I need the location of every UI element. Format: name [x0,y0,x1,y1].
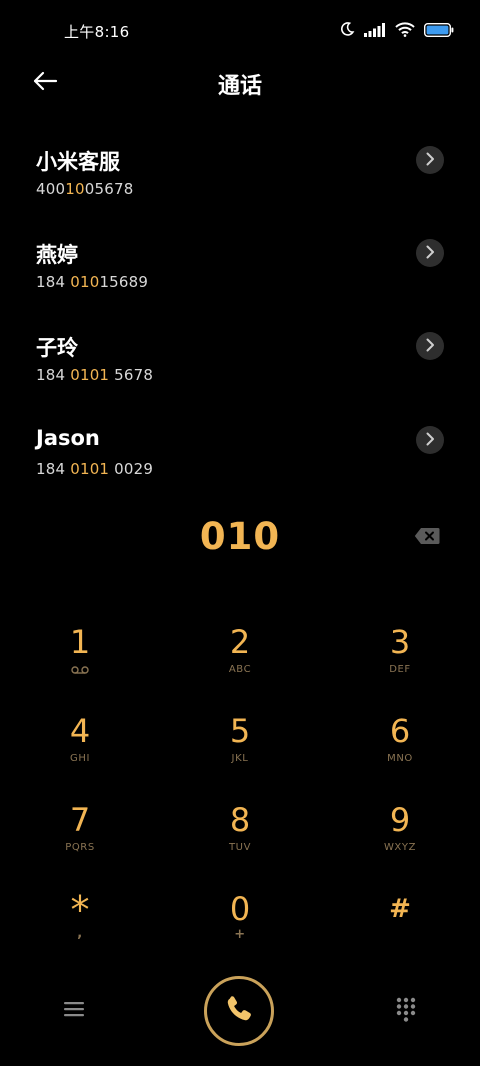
dialpad-button[interactable] [390,996,422,1028]
menu-icon [64,1001,84,1021]
number-part: 05678 [84,180,134,198]
contact-number: 4001005678 [36,180,133,198]
voicemail-icon [20,666,140,674]
status-time: 上午8:16 [64,23,130,41]
chevron-right-icon [424,337,436,356]
key-letters: , [77,926,83,941]
chevron-right-icon [424,431,436,450]
key-digit: 3 [389,623,411,661]
dialed-number: 010 [199,515,281,558]
key-letters: JKL [231,753,249,764]
chevron-right-icon [424,151,436,170]
status-icons [339,20,454,42]
key-7[interactable]: 7 PQRS [20,800,140,880]
key-0[interactable]: 0 + [180,889,300,969]
number-match: 0101 [70,460,110,478]
key-digit: 1 [69,623,91,661]
contact-name: 燕婷 [36,243,78,267]
status-bar: 上午8:16 [0,0,480,62]
number-part: 0029 [109,460,154,478]
key-hash[interactable]: # [340,889,460,969]
key-letters: WXYZ [383,842,417,853]
chevron-right-icon [424,244,436,263]
contact-detail-button[interactable] [416,332,444,360]
number-match: 0101 [70,366,110,384]
contact-detail-button[interactable] [416,146,444,174]
moon-icon [339,21,355,41]
number-part: 184 [36,460,71,478]
contact-name: 子玲 [36,336,78,360]
contact-item[interactable]: 燕婷 184 01015689 [0,239,480,311]
backspace-button[interactable] [412,526,442,550]
key-letters: DEF [389,664,411,675]
contact-item[interactable]: 小米客服 4001005678 [0,146,480,218]
key-star[interactable]: * , [20,888,140,972]
key-digit: # [389,894,411,924]
contact-number: 184 0101 5678 [36,366,153,384]
key-digit: 5 [229,712,251,750]
key-letters: TUV [228,842,252,853]
key-digit: 2 [229,623,251,661]
key-1[interactable]: 1 [20,622,140,702]
header: 通话 [0,62,480,104]
contact-name: 小米客服 [36,150,120,174]
key-letters: ABC [228,664,252,675]
contact-number: 184 01015689 [36,273,148,291]
number-part: 5678 [109,366,154,384]
number-part: 15689 [99,273,149,291]
backspace-icon [414,527,440,549]
key-digit: 4 [69,712,91,750]
key-letters: PQRS [65,842,95,853]
number-part: 400 [36,180,66,198]
key-letters: + [234,927,246,942]
key-8[interactable]: 8 TUV [180,800,300,880]
contact-number: 184 0101 0029 [36,460,153,478]
signal-icon [364,22,386,41]
key-letters: GHI [69,753,91,764]
key-5[interactable]: 5 JKL [180,711,300,791]
key-digit: 8 [229,801,251,839]
key-4[interactable]: 4 GHI [20,711,140,791]
call-button[interactable] [204,976,274,1046]
number-match: 010 [70,273,100,291]
key-6[interactable]: 6 MNO [340,711,460,791]
key-digit: 9 [389,801,411,839]
page-title: 通话 [217,74,262,99]
key-letters: MNO [387,753,413,764]
menu-button[interactable] [56,996,92,1026]
number-part: 184 [36,273,71,291]
dialpad-icon [396,997,416,1027]
phone-call-icon [223,993,255,1029]
key-digit: 7 [69,801,91,839]
wifi-icon [395,21,415,41]
key-digit: 0 [229,890,251,928]
key-2[interactable]: 2 ABC [180,622,300,702]
contact-name: Jason [36,426,100,450]
key-3[interactable]: 3 DEF [340,622,460,702]
contact-item[interactable]: Jason 184 0101 0029 [0,426,480,498]
key-digit: 6 [389,712,411,750]
contact-detail-button[interactable] [416,426,444,454]
contact-item[interactable]: 子玲 184 0101 5678 [0,332,480,404]
contact-detail-button[interactable] [416,239,444,267]
key-digit: * [70,888,90,932]
number-match: 10 [65,180,85,198]
key-9[interactable]: 9 WXYZ [340,800,460,880]
number-part: 184 [36,366,71,384]
battery-icon [423,22,454,41]
